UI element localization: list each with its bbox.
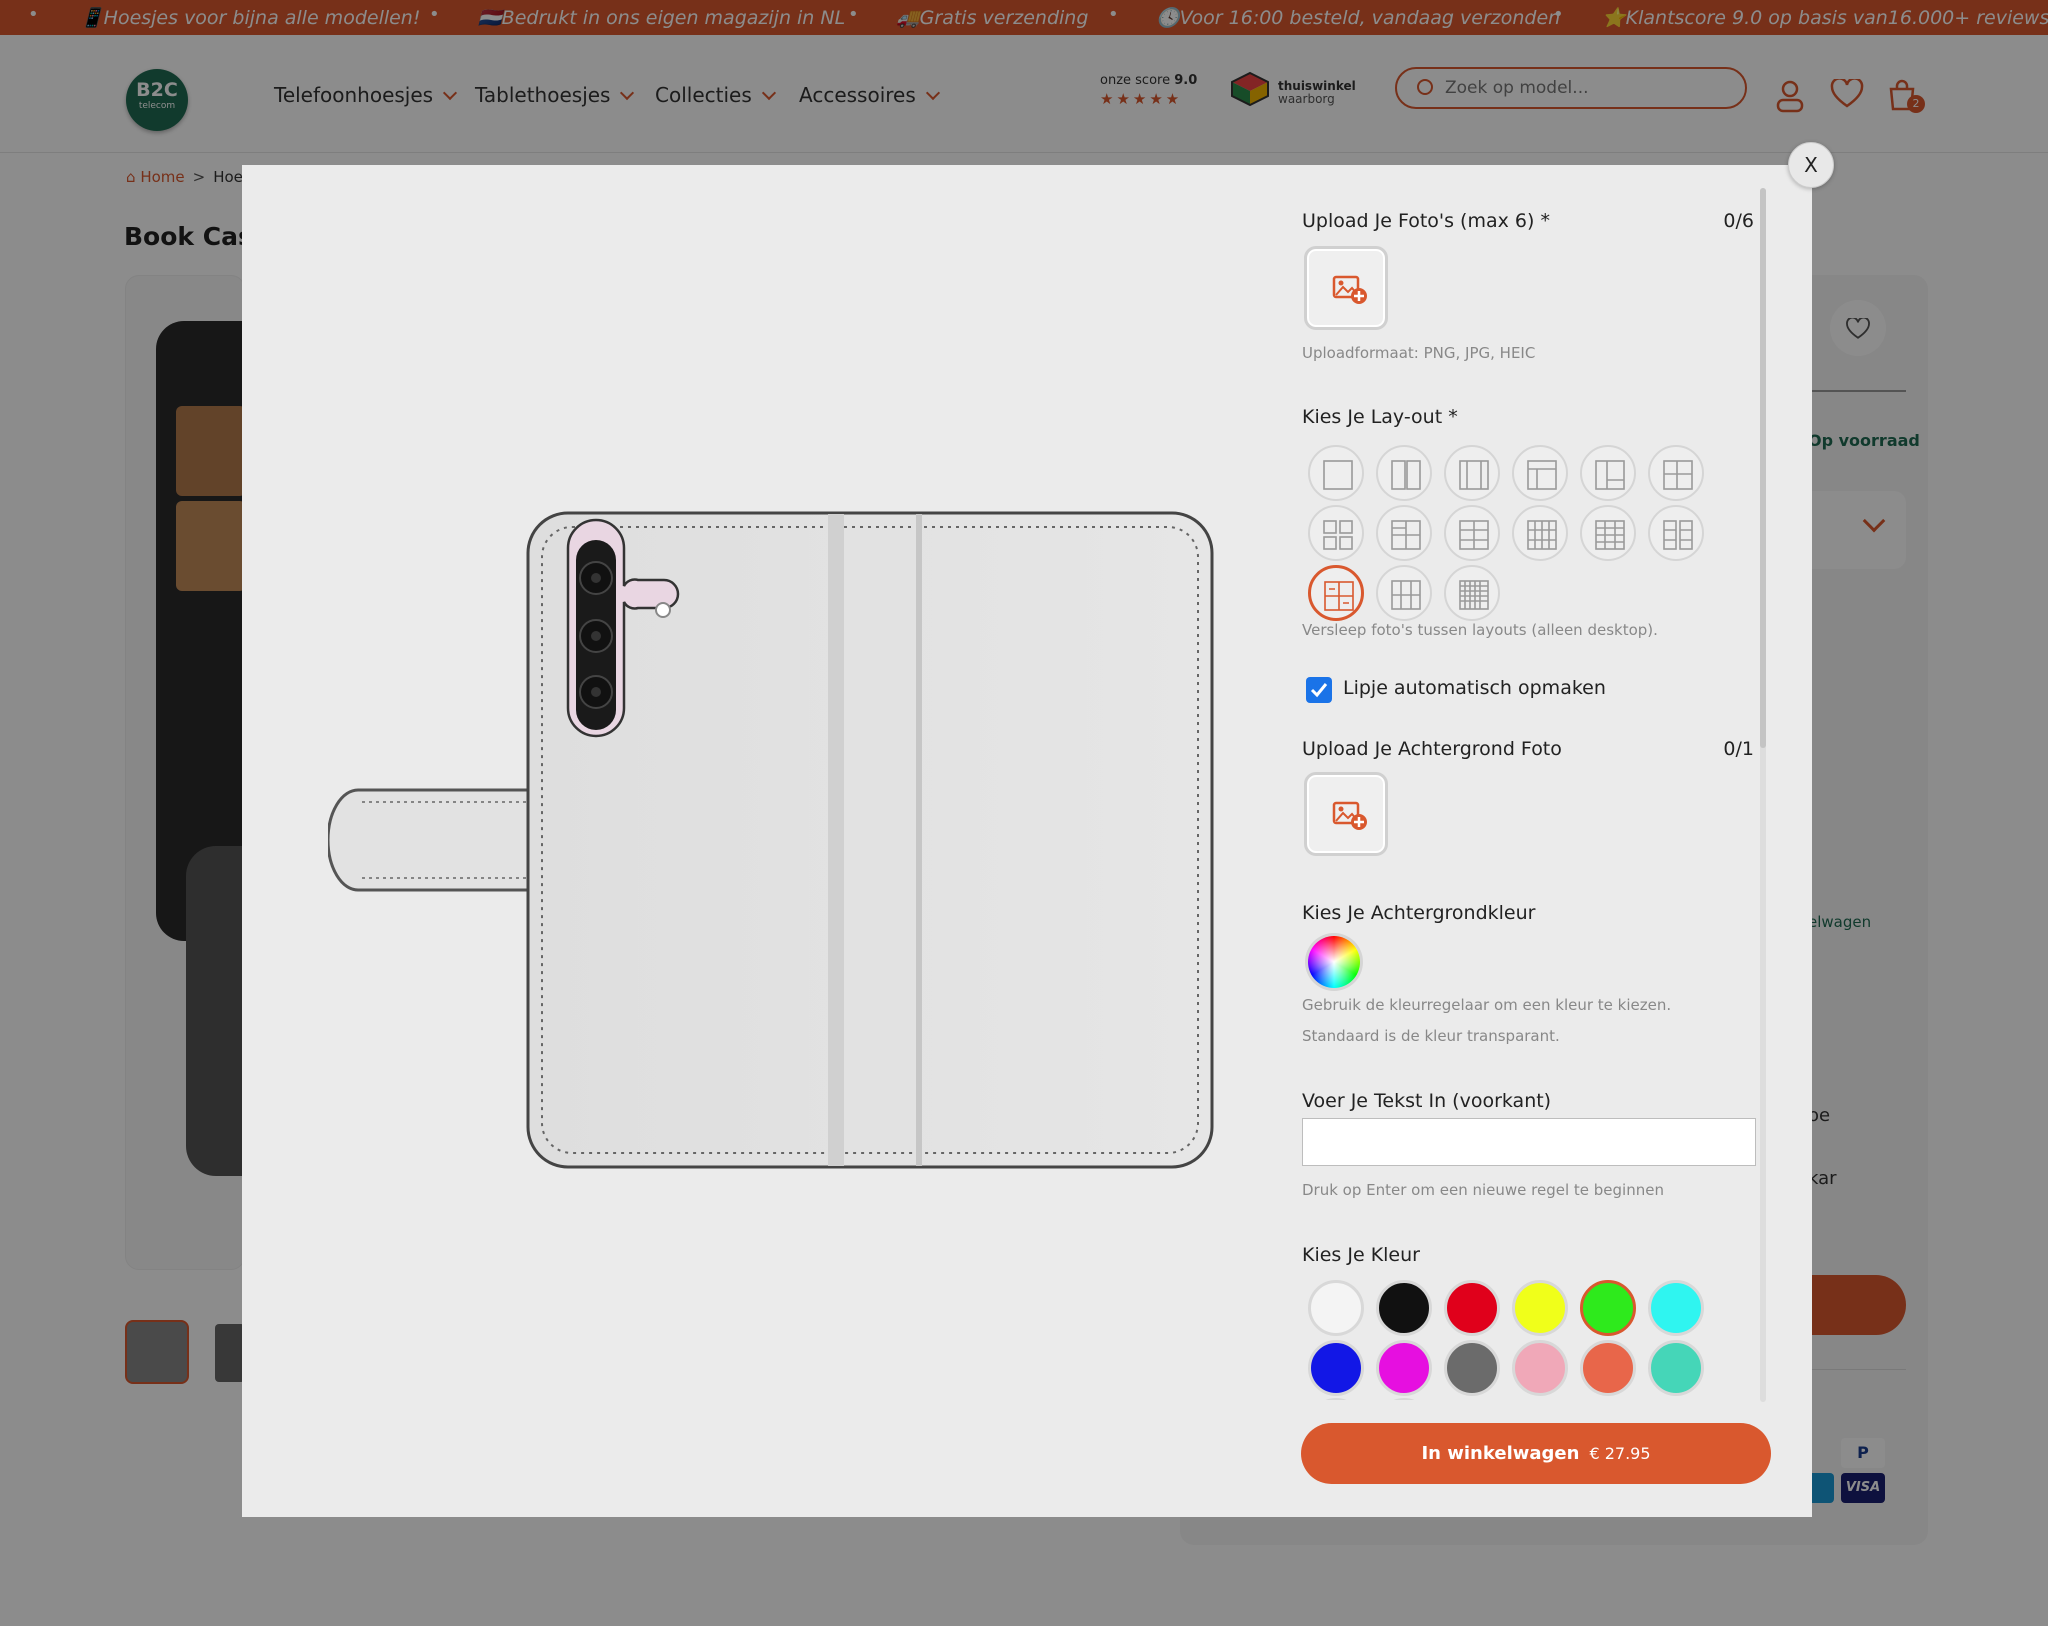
upload-photos-button[interactable] <box>1304 246 1388 330</box>
layout-option[interactable] <box>1308 505 1364 561</box>
layout-grid-icon <box>1663 520 1693 550</box>
layout-grid-icon <box>1324 581 1354 611</box>
case-spine <box>828 514 844 1166</box>
layout-label: Kies Je Lay-out * <box>1302 406 1458 428</box>
color-swatch[interactable] <box>1376 1398 1432 1400</box>
color-swatch[interactable] <box>1580 1340 1636 1396</box>
layout-option[interactable] <box>1308 565 1364 621</box>
upload-background-label: Upload Je Achtergrond Foto <box>1302 738 1562 760</box>
check-icon <box>1310 683 1328 698</box>
layout-option[interactable] <box>1308 445 1364 501</box>
layout-option[interactable] <box>1512 445 1568 501</box>
layout-grid-icon <box>1323 520 1353 550</box>
layout-option[interactable] <box>1444 445 1500 501</box>
upload-format-hint: Uploadformaat: PNG, JPG, HEIC <box>1302 344 1536 362</box>
layout-option[interactable] <box>1648 445 1704 501</box>
color-swatch[interactable] <box>1376 1340 1432 1396</box>
layout-grid-icon <box>1459 580 1489 610</box>
upload-background-button[interactable] <box>1304 772 1388 856</box>
layout-option[interactable] <box>1444 565 1500 621</box>
layout-grid-icon <box>1323 460 1353 490</box>
case-strap <box>328 788 540 892</box>
upload-photos-count: 0/6 <box>1723 210 1754 232</box>
color-swatch[interactable] <box>1444 1280 1500 1336</box>
layout-option[interactable] <box>1580 445 1636 501</box>
panel-scrollbar[interactable] <box>1760 188 1766 1402</box>
layout-grid-icon <box>1527 460 1557 490</box>
layout-grid-icon <box>1459 460 1489 490</box>
color-swatch[interactable] <box>1580 1280 1636 1336</box>
layout-grid-icon <box>1595 520 1625 550</box>
case-cover <box>526 511 1214 1169</box>
layout-option[interactable] <box>1444 505 1500 561</box>
layout-option[interactable] <box>1580 505 1636 561</box>
color-swatch[interactable] <box>1512 1280 1568 1336</box>
auto-format-label: Lipje automatisch opmaken <box>1343 677 1606 699</box>
layout-grid-icon <box>1595 460 1625 490</box>
layout-option[interactable] <box>1376 565 1432 621</box>
layout-grid-icon <box>1459 520 1489 550</box>
color-swatch[interactable] <box>1308 1280 1364 1336</box>
layout-option[interactable] <box>1376 505 1432 561</box>
configuration-panel[interactable]: Upload Je Foto's (max 6) * 0/6 Uploadfor… <box>1302 190 1762 1400</box>
cart-price: € 27.95 <box>1589 1444 1651 1463</box>
layout-option[interactable] <box>1512 505 1568 561</box>
close-button[interactable]: X <box>1788 142 1834 188</box>
add-to-cart-button[interactable]: In winkelwagen € 27.95 <box>1301 1423 1771 1484</box>
text-front-label: Voer Je Tekst In (voorkant) <box>1302 1090 1552 1112</box>
text-front-input[interactable] <box>1302 1118 1756 1166</box>
color-swatch[interactable] <box>1308 1340 1364 1396</box>
color-swatch[interactable] <box>1648 1340 1704 1396</box>
layout-grid-icon <box>1663 460 1693 490</box>
color-swatch[interactable] <box>1512 1340 1568 1396</box>
layout-option[interactable] <box>1376 445 1432 501</box>
upload-photos-label: Upload Je Foto's (max 6) * <box>1302 210 1550 232</box>
color-wheel-picker[interactable] <box>1308 936 1360 988</box>
add-image-icon <box>1332 801 1367 830</box>
layout-grid-icon <box>1391 520 1421 550</box>
text-front-hint: Druk op Enter om een nieuwe regel te beg… <box>1302 1181 1664 1199</box>
background-color-hint: Gebruik de kleurregelaar om een kleur te… <box>1302 996 1672 1045</box>
text-color-label: Kies Je Kleur <box>1302 1244 1420 1266</box>
auto-format-checkbox[interactable] <box>1306 677 1332 703</box>
layout-grid-icon <box>1391 580 1421 610</box>
color-swatch[interactable] <box>1308 1398 1364 1400</box>
upload-background-count: 0/1 <box>1723 738 1754 760</box>
color-swatch[interactable] <box>1444 1340 1500 1396</box>
layout-grid-icon <box>1527 520 1557 550</box>
phone-case-preview[interactable] <box>328 508 1216 1172</box>
layout-option[interactable] <box>1648 505 1704 561</box>
color-swatch[interactable] <box>1648 1280 1704 1336</box>
layout-grid-icon <box>1391 460 1421 490</box>
add-image-icon <box>1332 275 1367 304</box>
color-swatch[interactable] <box>1376 1280 1432 1336</box>
background-color-label: Kies Je Achtergrondkleur <box>1302 902 1536 924</box>
